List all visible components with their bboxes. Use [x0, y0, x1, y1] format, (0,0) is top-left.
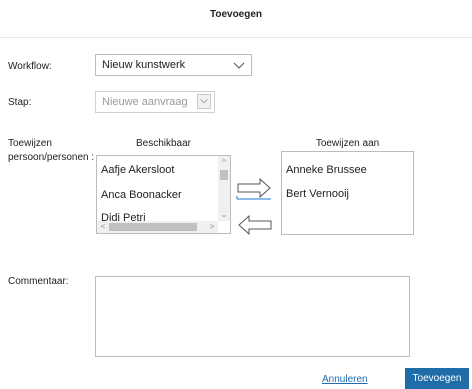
chevron-down-icon	[200, 99, 208, 104]
workflow-select-value: Nieuw kunstwerk	[102, 59, 186, 71]
step-select: Nieuwe aanvraag	[95, 91, 215, 113]
step-label: Stap:	[8, 97, 32, 108]
cancel-link[interactable]: Annuleren	[322, 374, 368, 385]
arrow-left-outline-icon	[238, 214, 272, 236]
list-item[interactable]: Anca Boonacker	[101, 189, 182, 201]
workflow-label: Workflow:	[8, 61, 52, 72]
step-select-value: Nieuwe aanvraag	[102, 96, 188, 108]
dialog-title: Toevoegen	[209, 9, 263, 20]
comment-label: Commentaar:	[8, 276, 69, 287]
assigned-list[interactable]: Anneke Brussee Bert Vernooij	[281, 151, 414, 235]
submit-button[interactable]: Toevoegen	[405, 368, 469, 389]
scroll-left-icon[interactable]: <	[98, 222, 108, 232]
list-item[interactable]: Bert Vernooij	[286, 188, 349, 200]
available-list[interactable]: Aafje Akersloot Anca Boonacker Didi Petr…	[96, 155, 231, 234]
arrow-right-outline-icon	[236, 177, 271, 200]
list-item[interactable]: Aafje Akersloot	[101, 164, 174, 176]
chevron-down-icon	[233, 62, 245, 69]
comment-textarea[interactable]	[95, 276, 410, 357]
assigned-header: Toewijzen aan	[315, 138, 380, 149]
move-left-button[interactable]	[236, 214, 273, 236]
assign-label-line2: persoon/personen :	[8, 152, 95, 163]
workflow-select[interactable]: Nieuw kunstwerk	[95, 54, 252, 76]
move-right-button[interactable]	[236, 176, 273, 200]
assign-label-line1: Toewijzen	[8, 138, 52, 149]
available-header: Beschikbaar	[135, 138, 192, 149]
scroll-right-icon[interactable]: >	[207, 222, 217, 232]
scroll-up-icon[interactable]: ^	[219, 158, 229, 168]
scroll-down-icon[interactable]: ⌄	[219, 210, 229, 220]
step-chevron-box	[197, 94, 211, 109]
horizontal-scroll-thumb[interactable]	[109, 223, 197, 231]
vertical-scroll-thumb[interactable]	[220, 170, 228, 180]
vertical-scrollbar[interactable]: ^ ⌄	[218, 156, 230, 221]
header-divider	[0, 37, 472, 38]
list-item[interactable]: Anneke Brussee	[286, 164, 367, 176]
horizontal-scrollbar[interactable]: < >	[97, 221, 218, 233]
